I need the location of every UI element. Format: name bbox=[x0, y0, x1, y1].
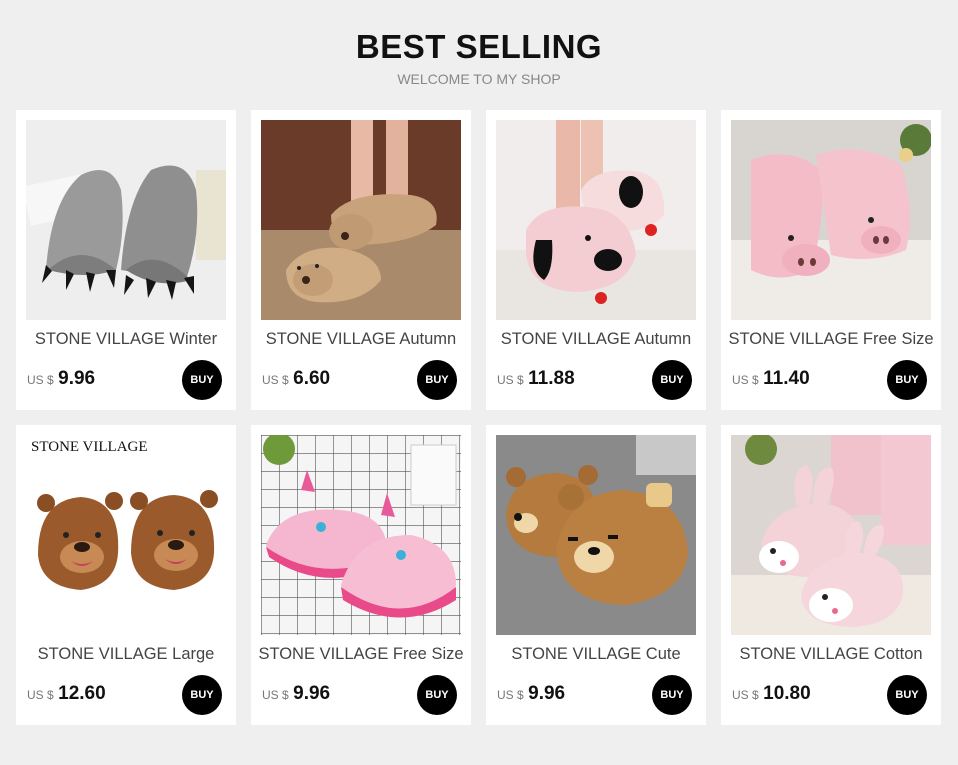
product-price-row: US $ 12.60 bbox=[27, 683, 106, 705]
product-name[interactable]: STONE VILLAGE Free Size bbox=[721, 330, 941, 349]
price-value: 9.96 bbox=[293, 683, 331, 704]
pink-dog-slippers-image[interactable] bbox=[496, 120, 696, 320]
pink-pig-slippers-image[interactable] bbox=[731, 120, 931, 320]
product-price-row: US $ 9.96 bbox=[497, 683, 565, 705]
product-card[interactable]: STONE VILLAGE Free Size US $ 11.40 BUY bbox=[721, 110, 941, 410]
price-currency: US $ bbox=[27, 373, 54, 387]
price-currency: US $ bbox=[497, 373, 524, 387]
buy-button[interactable]: BUY bbox=[417, 360, 457, 400]
product-price-row: US $ 11.40 bbox=[732, 368, 810, 390]
product-price-row: US $ 9.96 bbox=[262, 683, 330, 705]
price-currency: US $ bbox=[732, 373, 759, 387]
buy-button[interactable]: BUY bbox=[652, 360, 692, 400]
product-grid: STONE VILLAGE Winter US $ 9.96 BUY STONE… bbox=[16, 110, 941, 725]
product-name[interactable]: STONE VILLAGE Winter bbox=[16, 330, 236, 349]
price-currency: US $ bbox=[497, 688, 524, 702]
product-card[interactable]: STONE VILLAGE Cotton US $ 10.80 BUY bbox=[721, 425, 941, 725]
buy-button[interactable]: BUY bbox=[887, 675, 927, 715]
pink-rabbit-slippers-image[interactable] bbox=[731, 435, 931, 635]
buy-button[interactable]: BUY bbox=[417, 675, 457, 715]
product-name[interactable]: STONE VILLAGE Free Size bbox=[251, 645, 471, 664]
price-value: 12.60 bbox=[58, 683, 106, 704]
gray-claw-slippers-image[interactable] bbox=[26, 120, 226, 320]
buy-button[interactable]: BUY bbox=[887, 360, 927, 400]
buy-button[interactable]: BUY bbox=[182, 360, 222, 400]
buy-button[interactable]: BUY bbox=[652, 675, 692, 715]
product-name[interactable]: STONE VILLAGE Autumn bbox=[251, 330, 471, 349]
product-card[interactable]: STONE VILLAGE STONE VILLAGE Large US $ 1… bbox=[16, 425, 236, 725]
price-currency: US $ bbox=[262, 688, 289, 702]
page-title: BEST SELLING bbox=[355, 28, 603, 65]
price-value: 6.60 bbox=[293, 368, 331, 389]
brown-bear-slippers-image[interactable]: STONE VILLAGE bbox=[26, 435, 226, 635]
product-card[interactable]: STONE VILLAGE Autumn US $ 6.60 BUY bbox=[251, 110, 471, 410]
product-name[interactable]: STONE VILLAGE Large bbox=[16, 645, 236, 664]
product-name[interactable]: STONE VILLAGE Cotton bbox=[721, 645, 941, 664]
price-value: 9.96 bbox=[528, 683, 566, 704]
product-price-row: US $ 11.88 bbox=[497, 368, 575, 390]
page-subtitle: WELCOME TO MY SHOP bbox=[397, 71, 561, 87]
product-card[interactable]: STONE VILLAGE Autumn US $ 11.88 BUY bbox=[486, 110, 706, 410]
price-value: 11.88 bbox=[528, 368, 575, 389]
price-value: 9.96 bbox=[58, 368, 96, 389]
price-currency: US $ bbox=[27, 688, 54, 702]
product-card[interactable]: STONE VILLAGE Winter US $ 9.96 BUY bbox=[16, 110, 236, 410]
image-caption: STONE VILLAGE bbox=[31, 439, 148, 455]
price-value: 10.80 bbox=[763, 683, 811, 704]
price-currency: US $ bbox=[262, 373, 289, 387]
product-card[interactable]: STONE VILLAGE Free Size US $ 9.96 BUY bbox=[251, 425, 471, 725]
price-value: 11.40 bbox=[763, 368, 810, 389]
rilakkuma-bear-slippers-image[interactable] bbox=[496, 435, 696, 635]
bear-slippers-image[interactable] bbox=[261, 120, 461, 320]
pink-unicorn-slippers-image[interactable] bbox=[261, 435, 461, 635]
product-name[interactable]: STONE VILLAGE Autumn bbox=[486, 330, 706, 349]
product-name[interactable]: STONE VILLAGE Cute bbox=[486, 645, 706, 664]
product-price-row: US $ 10.80 bbox=[732, 683, 811, 705]
product-price-row: US $ 9.96 bbox=[27, 368, 95, 390]
buy-button[interactable]: BUY bbox=[182, 675, 222, 715]
product-price-row: US $ 6.60 bbox=[262, 368, 330, 390]
price-currency: US $ bbox=[732, 688, 759, 702]
product-card[interactable]: STONE VILLAGE Cute US $ 9.96 BUY bbox=[486, 425, 706, 725]
